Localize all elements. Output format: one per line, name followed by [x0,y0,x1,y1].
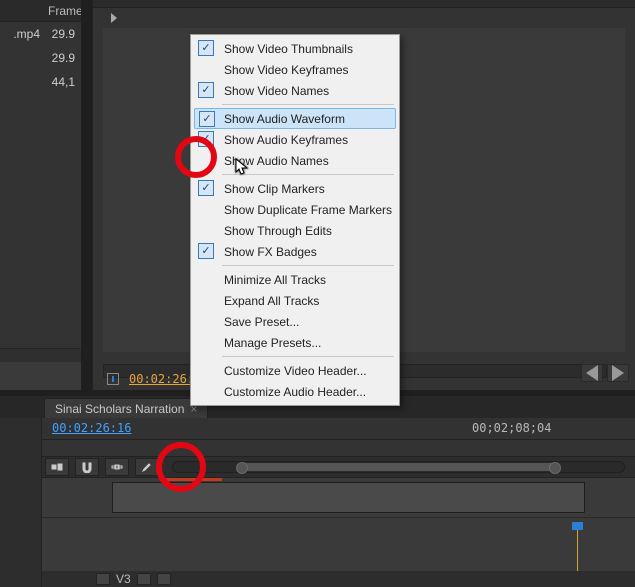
checkmark-icon [198,243,214,259]
project-row[interactable]: .mp4 29.9 [0,22,81,46]
checkmark-icon [198,131,214,147]
menu-item[interactable]: Save Preset... [194,311,396,332]
project-row[interactable]: 29.9 [0,46,81,70]
project-rows: .mp4 29.9 29.9 44,1 [0,22,81,94]
menu-item-label: Minimize All Tracks [194,273,326,287]
toggle-output-icon[interactable] [137,573,151,585]
track-label[interactable]: V3 [116,572,131,586]
menu-item-label: Show Audio Waveform [195,112,345,126]
project-panel: Frame .mp4 29.9 29.9 44,1 [0,0,81,362]
project-row[interactable]: 44,1 [0,70,81,94]
insert-tool-button[interactable] [45,458,69,476]
eye-icon[interactable] [157,573,171,585]
menu-item-label: Show Audio Keyframes [194,133,348,147]
menu-item[interactable]: Customize Audio Header... [194,381,396,402]
menu-item-label: Customize Audio Header... [194,385,366,399]
timeline-left-gutter [0,418,42,587]
menu-separator [222,265,394,266]
track-footer: V3 [42,571,635,587]
menu-item[interactable]: Show Video Thumbnails [194,38,396,59]
menu-item[interactable]: Show Audio Names [194,150,396,171]
lock-icon[interactable] [96,573,110,585]
checkmark-icon [199,111,215,127]
menu-separator [222,104,394,105]
ruler-tick-label: 00;02;08;04 [472,421,551,435]
effect-panel-header [93,0,635,8]
render-bar-icon [162,478,222,481]
menu-item-label: Show Video Keyframes [194,63,349,77]
menu-item-label: Save Preset... [194,315,299,329]
menu-item-label: Show Through Edits [194,224,332,238]
timeline-panel: Sinai Scholars Narration × 00:02:26:16 0… [0,396,635,587]
sequence-tab[interactable]: Sinai Scholars Narration × [44,398,208,418]
clip-name: .mp4 [0,27,40,41]
linked-selection-button[interactable] [105,458,129,476]
menu-item[interactable]: Show Audio Waveform [194,108,396,129]
menu-item-label: Expand All Tracks [194,294,319,308]
disclosure-triangle-icon[interactable] [111,13,121,23]
menu-separator [222,356,394,357]
video-track[interactable] [42,478,635,518]
menu-item[interactable]: Show Clip Markers [194,178,396,199]
timeline-ruler[interactable]: 00:02:26:16 00;02;08;04 [42,418,635,440]
menu-item[interactable]: Show Video Names [194,80,396,101]
menu-item[interactable]: Expand All Tracks [194,290,396,311]
clip-framerate: 29.9 [40,27,81,41]
checkmark-icon [198,40,214,56]
menu-item[interactable]: Show Duplicate Frame Markers [194,199,396,220]
menu-item[interactable]: Manage Presets... [194,332,396,353]
panel-divider-vertical[interactable] [81,0,92,390]
clip-framerate: 29.9 [40,51,81,65]
timeline-toolbar [42,456,635,478]
playhead-icon[interactable] [107,373,119,385]
menu-item[interactable]: Show FX Badges [194,241,396,262]
menu-item-label: Manage Presets... [194,336,321,350]
timeline-zoom-bar[interactable] [172,461,625,473]
menu-item-label: Customize Video Header... [194,364,367,378]
timeline-timecode[interactable]: 00:02:26:16 [52,421,131,435]
menu-item[interactable]: Show Through Edits [194,220,396,241]
timeline-settings-button[interactable] [135,458,159,476]
menu-item-label: Show Audio Names [194,154,329,168]
effect-property-row[interactable] [93,8,635,28]
checkmark-icon [198,82,214,98]
checkmark-icon [198,180,214,196]
zoom-thumb[interactable] [241,463,557,471]
menu-item-label: Show Video Thumbnails [194,42,353,56]
menu-item-label: Show Duplicate Frame Markers [194,203,392,217]
menu-item[interactable]: Customize Video Header... [194,360,396,381]
mouse-cursor-icon [235,158,249,176]
sequence-tab-label: Sinai Scholars Narration [55,402,184,416]
snap-tool-button[interactable] [75,458,99,476]
menu-item-label: Show Video Names [194,84,329,98]
project-column-header[interactable]: Frame [0,0,81,22]
clip-framerate: 44,1 [40,75,81,89]
menu-item[interactable]: Minimize All Tracks [194,269,396,290]
menu-item[interactable]: Show Audio Keyframes [194,129,396,150]
project-scrollbar[interactable] [0,348,81,362]
menu-item[interactable]: Show Video Keyframes [194,59,396,80]
timeline-settings-menu[interactable]: Show Video Thumbnails Show Video Keyframe… [190,34,400,406]
clip[interactable] [112,482,585,513]
